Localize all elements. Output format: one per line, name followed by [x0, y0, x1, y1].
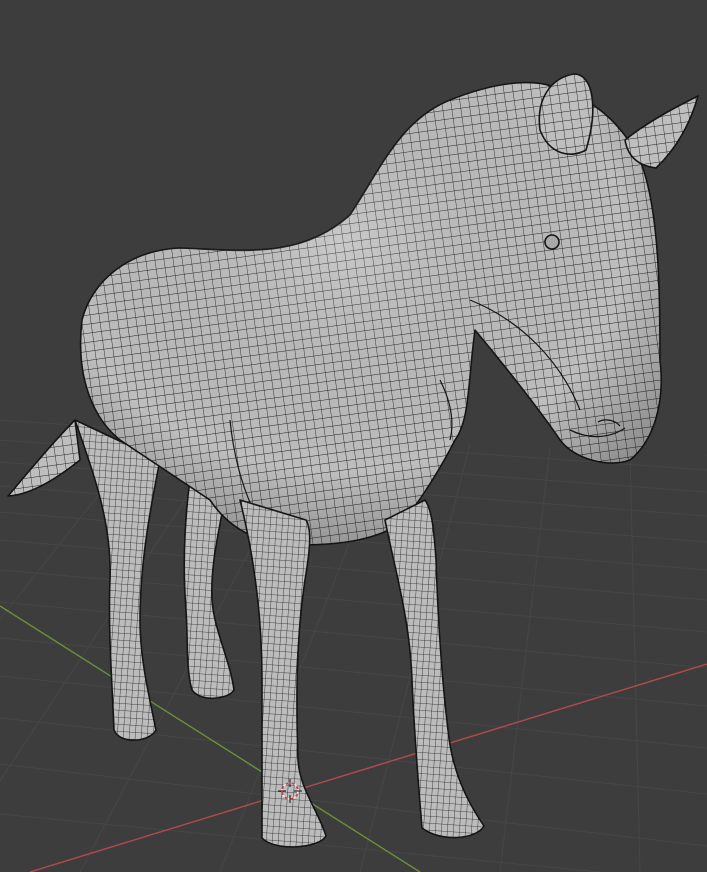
viewport-canvas[interactable]	[0, 0, 707, 872]
3d-viewport[interactable]	[0, 0, 707, 872]
horse-eye	[544, 234, 560, 250]
